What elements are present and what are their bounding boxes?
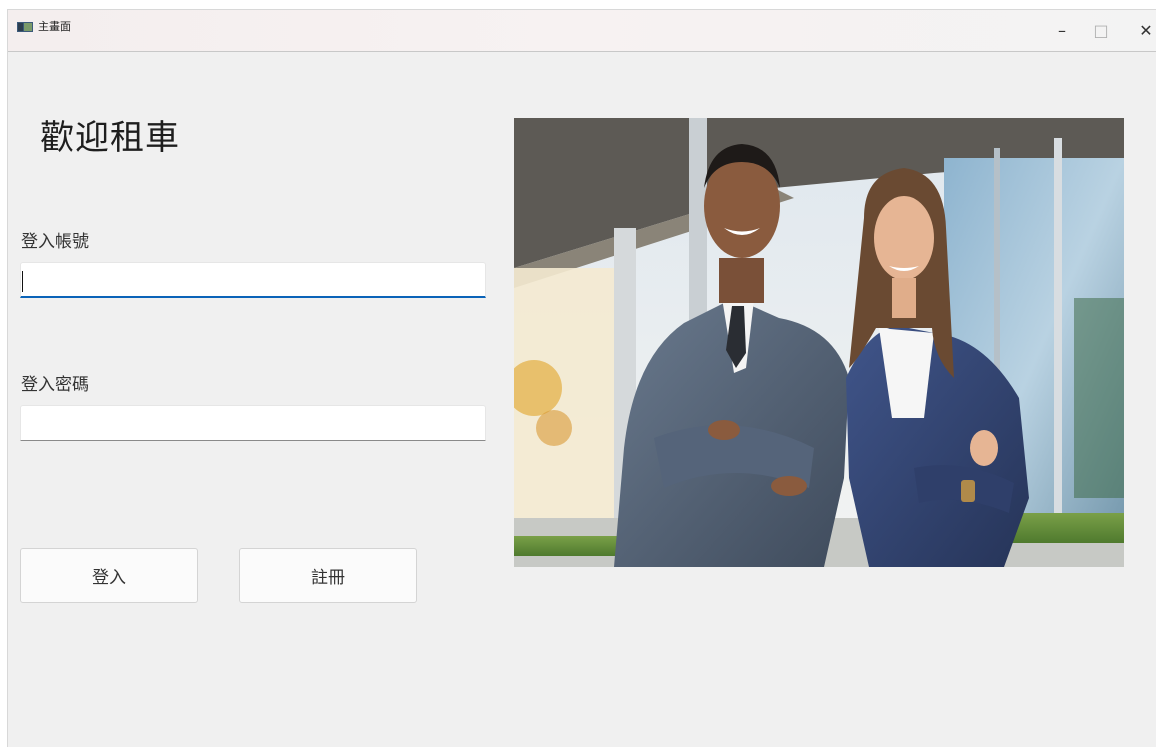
username-input[interactable]	[20, 262, 486, 298]
maximize-button[interactable]: □	[1079, 10, 1123, 51]
welcome-heading: 歡迎租車	[40, 118, 180, 158]
username-label: 登入帳號	[21, 232, 89, 252]
business-people-image	[514, 118, 1124, 567]
password-label: 登入密碼	[21, 375, 89, 395]
login-button[interactable]: 登入	[20, 548, 198, 603]
text-caret	[22, 271, 23, 292]
minimize-button[interactable]: –	[1040, 10, 1084, 51]
app-icon	[17, 22, 33, 32]
close-button[interactable]: ✕	[1124, 10, 1156, 51]
password-input[interactable]	[20, 405, 486, 441]
window-title: 主畫面	[38, 20, 71, 33]
register-button[interactable]: 註冊	[239, 548, 417, 603]
title-bar: 主畫面 – □ ✕	[8, 10, 1156, 52]
app-window: 主畫面 – □ ✕ 歡迎租車 登入帳號 登入密碼 登入 註冊	[8, 10, 1156, 747]
